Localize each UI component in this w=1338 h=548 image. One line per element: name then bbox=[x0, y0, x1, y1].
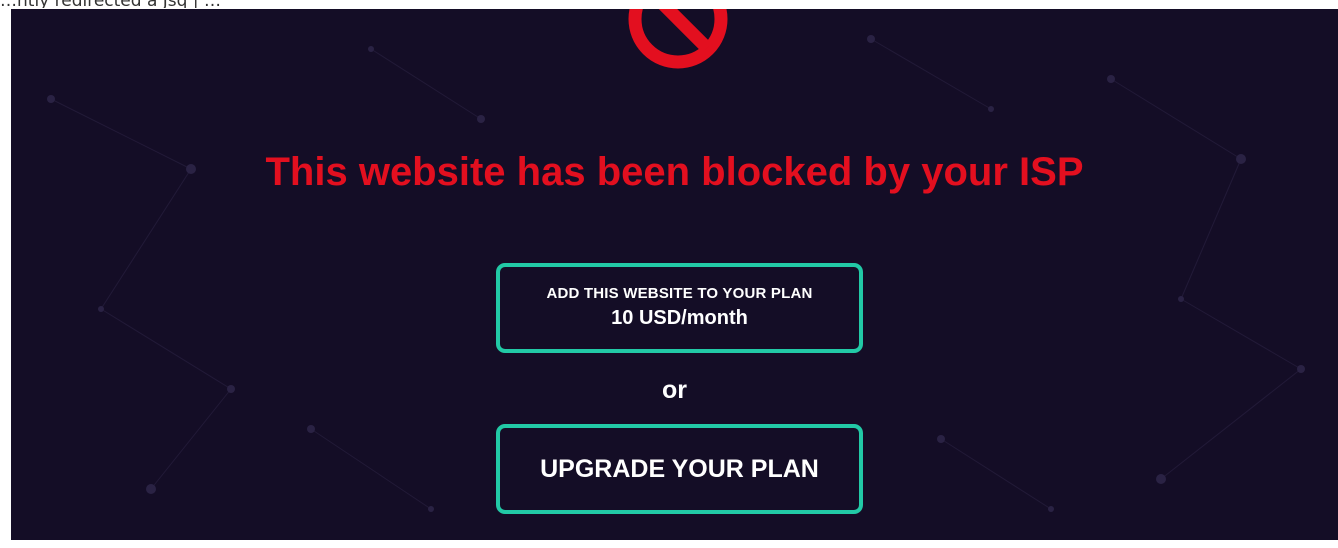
page: …ntly redirected a Jsq | … bbox=[0, 0, 1338, 548]
add-website-label: ADD THIS WEBSITE TO YOUR PLAN bbox=[546, 285, 813, 302]
blocked-panel: This website has been blocked by your IS… bbox=[11, 9, 1338, 540]
add-website-button[interactable]: ADD THIS WEBSITE TO YOUR PLAN 10 USD/mon… bbox=[496, 263, 863, 353]
cropped-caption: …ntly redirected a Jsq | … bbox=[0, 0, 700, 8]
blocked-headline: This website has been blocked by your IS… bbox=[265, 150, 1084, 194]
add-website-price: 10 USD/month bbox=[611, 307, 748, 329]
upgrade-plan-button[interactable]: UPGRADE YOUR PLAN bbox=[496, 424, 863, 514]
or-separator: or bbox=[662, 376, 687, 404]
prohibited-icon bbox=[628, 9, 728, 69]
